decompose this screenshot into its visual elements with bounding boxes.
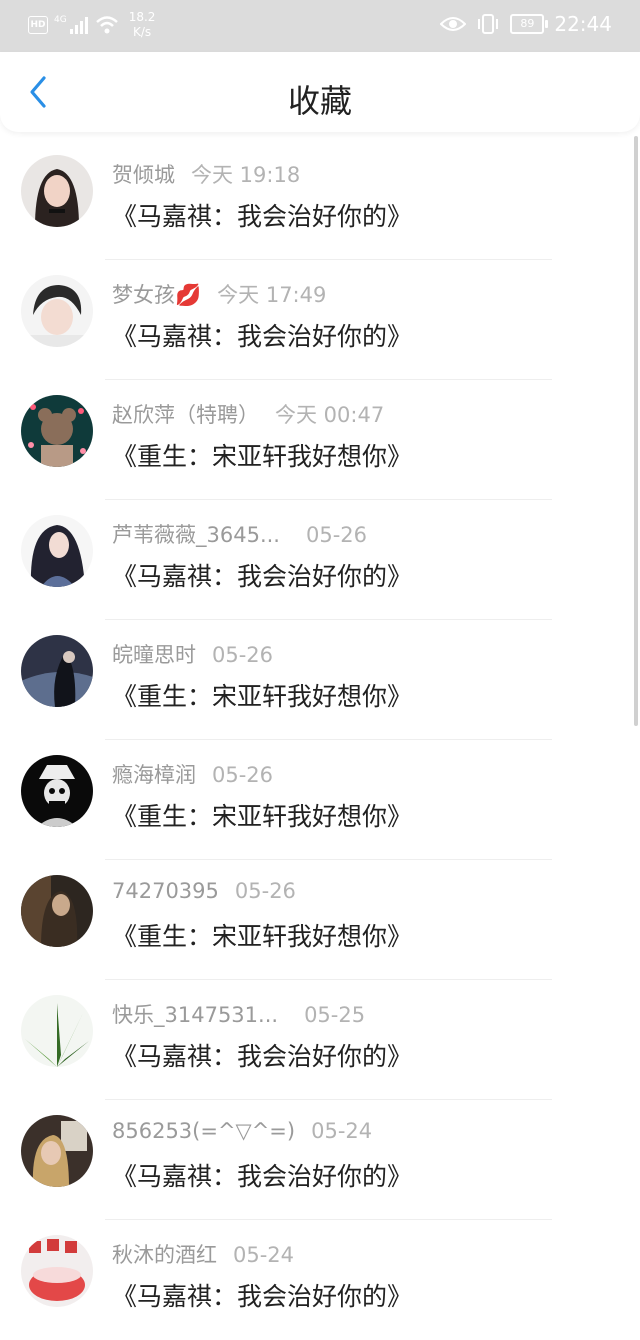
user-name[interactable]: 74270395 <box>112 879 219 903</box>
scrollbar[interactable] <box>634 136 638 726</box>
eye-icon <box>440 17 467 31</box>
item-meta: 梦女孩💋 今天 17:49 <box>112 279 326 309</box>
user-name[interactable]: 皖曈思时 <box>112 643 196 667</box>
item-meta: 快乐_3147531... 05-25 <box>112 999 365 1029</box>
list-item[interactable]: 芦苇薇薇_3645... 05-26 《马嘉祺：我会治好你的》 <box>0 500 632 620</box>
item-message[interactable]: 《马嘉祺：我会治好你的》 <box>112 557 412 593</box>
list-item[interactable]: 赵欣萍（特聘） 今天 00:47 《重生：宋亚轩我好想你》 <box>0 380 632 500</box>
user-name[interactable]: 贺倾城 <box>112 163 175 187</box>
list-item[interactable]: 74270395 05-26 《重生：宋亚轩我好想你》 <box>0 860 632 980</box>
avatar[interactable] <box>21 515 93 587</box>
user-name[interactable]: 瘾海樟润 <box>112 763 196 787</box>
item-time: 今天 17:49 <box>217 283 327 307</box>
clock: 22:44 <box>554 12 612 36</box>
avatar[interactable] <box>21 275 93 347</box>
item-message[interactable]: 《马嘉祺：我会治好你的》 <box>112 1037 412 1073</box>
avatar[interactable] <box>21 395 93 467</box>
battery-icon: 89 <box>510 14 549 34</box>
status-left: HD 4G 18.2 K/s <box>28 10 155 40</box>
item-message[interactable]: 《马嘉祺：我会治好你的》 <box>112 197 412 233</box>
item-message[interactable]: 《马嘉祺：我会治好你的》 <box>112 1157 412 1193</box>
item-message[interactable]: 《重生：宋亚轩我好想你》 <box>112 917 412 953</box>
item-time: 05-24 <box>233 1243 295 1267</box>
item-meta: 856253(=^▽^=) 05-24 <box>112 1119 372 1143</box>
title-bar: 收藏 <box>0 52 640 132</box>
item-message[interactable]: 《马嘉祺：我会治好你的》 <box>112 317 412 353</box>
item-time: 05-26 <box>234 879 296 903</box>
item-time: 今天 00:47 <box>275 403 385 427</box>
network-speed: 18.2 K/s <box>129 10 156 40</box>
user-name[interactable]: 梦女孩💋 <box>112 283 201 307</box>
avatar[interactable] <box>21 755 93 827</box>
item-message[interactable]: 《重生：宋亚轩我好想你》 <box>112 797 412 833</box>
list-item[interactable]: 贺倾城 今天 19:18 《马嘉祺：我会治好你的》 <box>0 140 632 260</box>
network-type: 4G <box>54 15 67 25</box>
item-time: 05-25 <box>304 1003 366 1027</box>
list-item[interactable]: 瘾海樟润 05-26 《重生：宋亚轩我好想你》 <box>0 740 632 860</box>
avatar[interactable] <box>21 995 93 1067</box>
item-meta: 秋沐的酒红 05-24 <box>112 1239 294 1269</box>
item-meta: 74270395 05-26 <box>112 879 296 903</box>
status-right: 89 22:44 <box>440 12 612 36</box>
page-title: 收藏 <box>287 82 352 120</box>
item-message[interactable]: 《重生：宋亚轩我好想你》 <box>112 437 412 473</box>
user-name[interactable]: 856253(=^▽^=) <box>112 1119 295 1143</box>
list-item[interactable]: 856253(=^▽^=) 05-24 《马嘉祺：我会治好你的》 <box>0 1100 632 1220</box>
item-time: 05-24 <box>311 1119 373 1143</box>
item-time: 今天 19:18 <box>191 163 301 187</box>
item-meta: 贺倾城 今天 19:18 <box>112 159 300 189</box>
wifi-icon <box>95 16 118 34</box>
vibrate-icon <box>478 14 499 34</box>
item-time: 05-26 <box>305 523 368 547</box>
avatar[interactable] <box>21 1115 93 1187</box>
list-item[interactable]: 梦女孩💋 今天 17:49 《马嘉祺：我会治好你的》 <box>0 260 632 380</box>
item-meta: 芦苇薇薇_3645... 05-26 <box>112 519 367 549</box>
avatar[interactable] <box>21 635 93 707</box>
list-item[interactable]: 秋沐的酒红 05-24 《马嘉祺：我会治好你的》 <box>0 1220 632 1340</box>
item-meta: 赵欣萍（特聘） 今天 00:47 <box>112 399 384 429</box>
item-message[interactable]: 《重生：宋亚轩我好想你》 <box>112 677 412 713</box>
user-name[interactable]: 快乐_3147531... <box>112 1003 278 1027</box>
user-name[interactable]: 秋沐的酒红 <box>112 1243 217 1267</box>
item-time: 05-26 <box>212 763 274 787</box>
avatar[interactable] <box>21 155 93 227</box>
list-item[interactable]: 快乐_3147531... 05-25 《马嘉祺：我会治好你的》 <box>0 980 632 1100</box>
favorites-list: 贺倾城 今天 19:18 《马嘉祺：我会治好你的》 梦女孩💋 今天 17:49 《马… <box>0 140 632 1340</box>
hd-badge: HD <box>28 16 48 34</box>
signal-icon <box>69 17 88 34</box>
item-time: 05-26 <box>212 643 274 667</box>
speed-unit: K/s <box>132 25 152 39</box>
user-name[interactable]: 芦苇薇薇_3645... <box>112 523 280 547</box>
avatar[interactable] <box>21 1235 93 1307</box>
list-item[interactable]: 皖曈思时 05-26 《重生：宋亚轩我好想你》 <box>0 620 632 740</box>
status-bar: HD 4G 18.2 K/s 89 22:44 <box>0 0 640 52</box>
user-name[interactable]: 赵欣萍（特聘） <box>112 403 259 427</box>
item-meta: 皖曈思时 05-26 <box>112 639 273 669</box>
item-meta: 瘾海樟润 05-26 <box>112 759 273 789</box>
speed-value: 18.2 <box>128 10 156 24</box>
avatar[interactable] <box>21 875 93 947</box>
item-message[interactable]: 《马嘉祺：我会治好你的》 <box>112 1277 412 1313</box>
